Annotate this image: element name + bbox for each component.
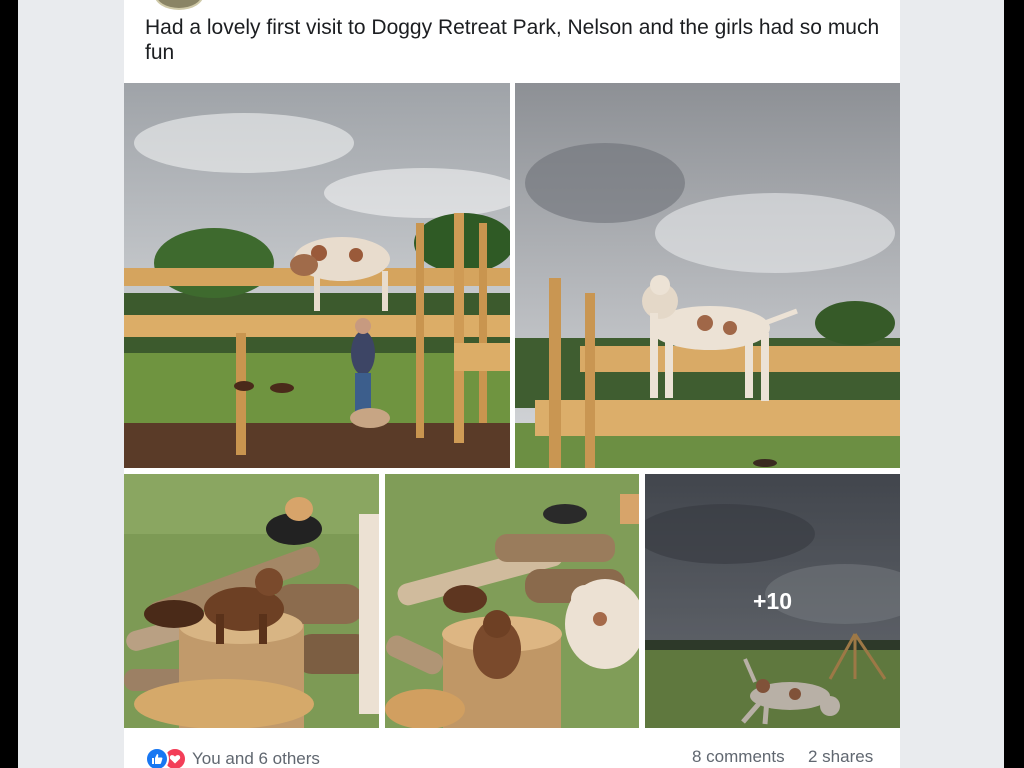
photo-3[interactable] xyxy=(124,474,379,728)
photo-2[interactable] xyxy=(515,83,900,468)
post-card: Had a lovely first visit to Doggy Retrea… xyxy=(124,0,900,768)
shares-count[interactable]: 2 shares xyxy=(808,747,873,767)
post-text: Had a lovely first visit to Doggy Retrea… xyxy=(145,16,880,64)
like-icon xyxy=(145,747,169,768)
more-photos-overlay[interactable]: +10 xyxy=(645,474,900,728)
post-footer: You and 6 others 8 comments 2 shares xyxy=(124,734,900,768)
photo-5[interactable]: +10 xyxy=(645,474,900,728)
reactions-summary[interactable]: You and 6 others xyxy=(145,747,320,768)
reactions-count: You and 6 others xyxy=(192,749,320,768)
photo-1[interactable] xyxy=(124,83,510,468)
comments-count[interactable]: 8 comments xyxy=(692,747,785,767)
photo-4[interactable] xyxy=(385,474,639,728)
author-avatar[interactable] xyxy=(154,0,204,10)
